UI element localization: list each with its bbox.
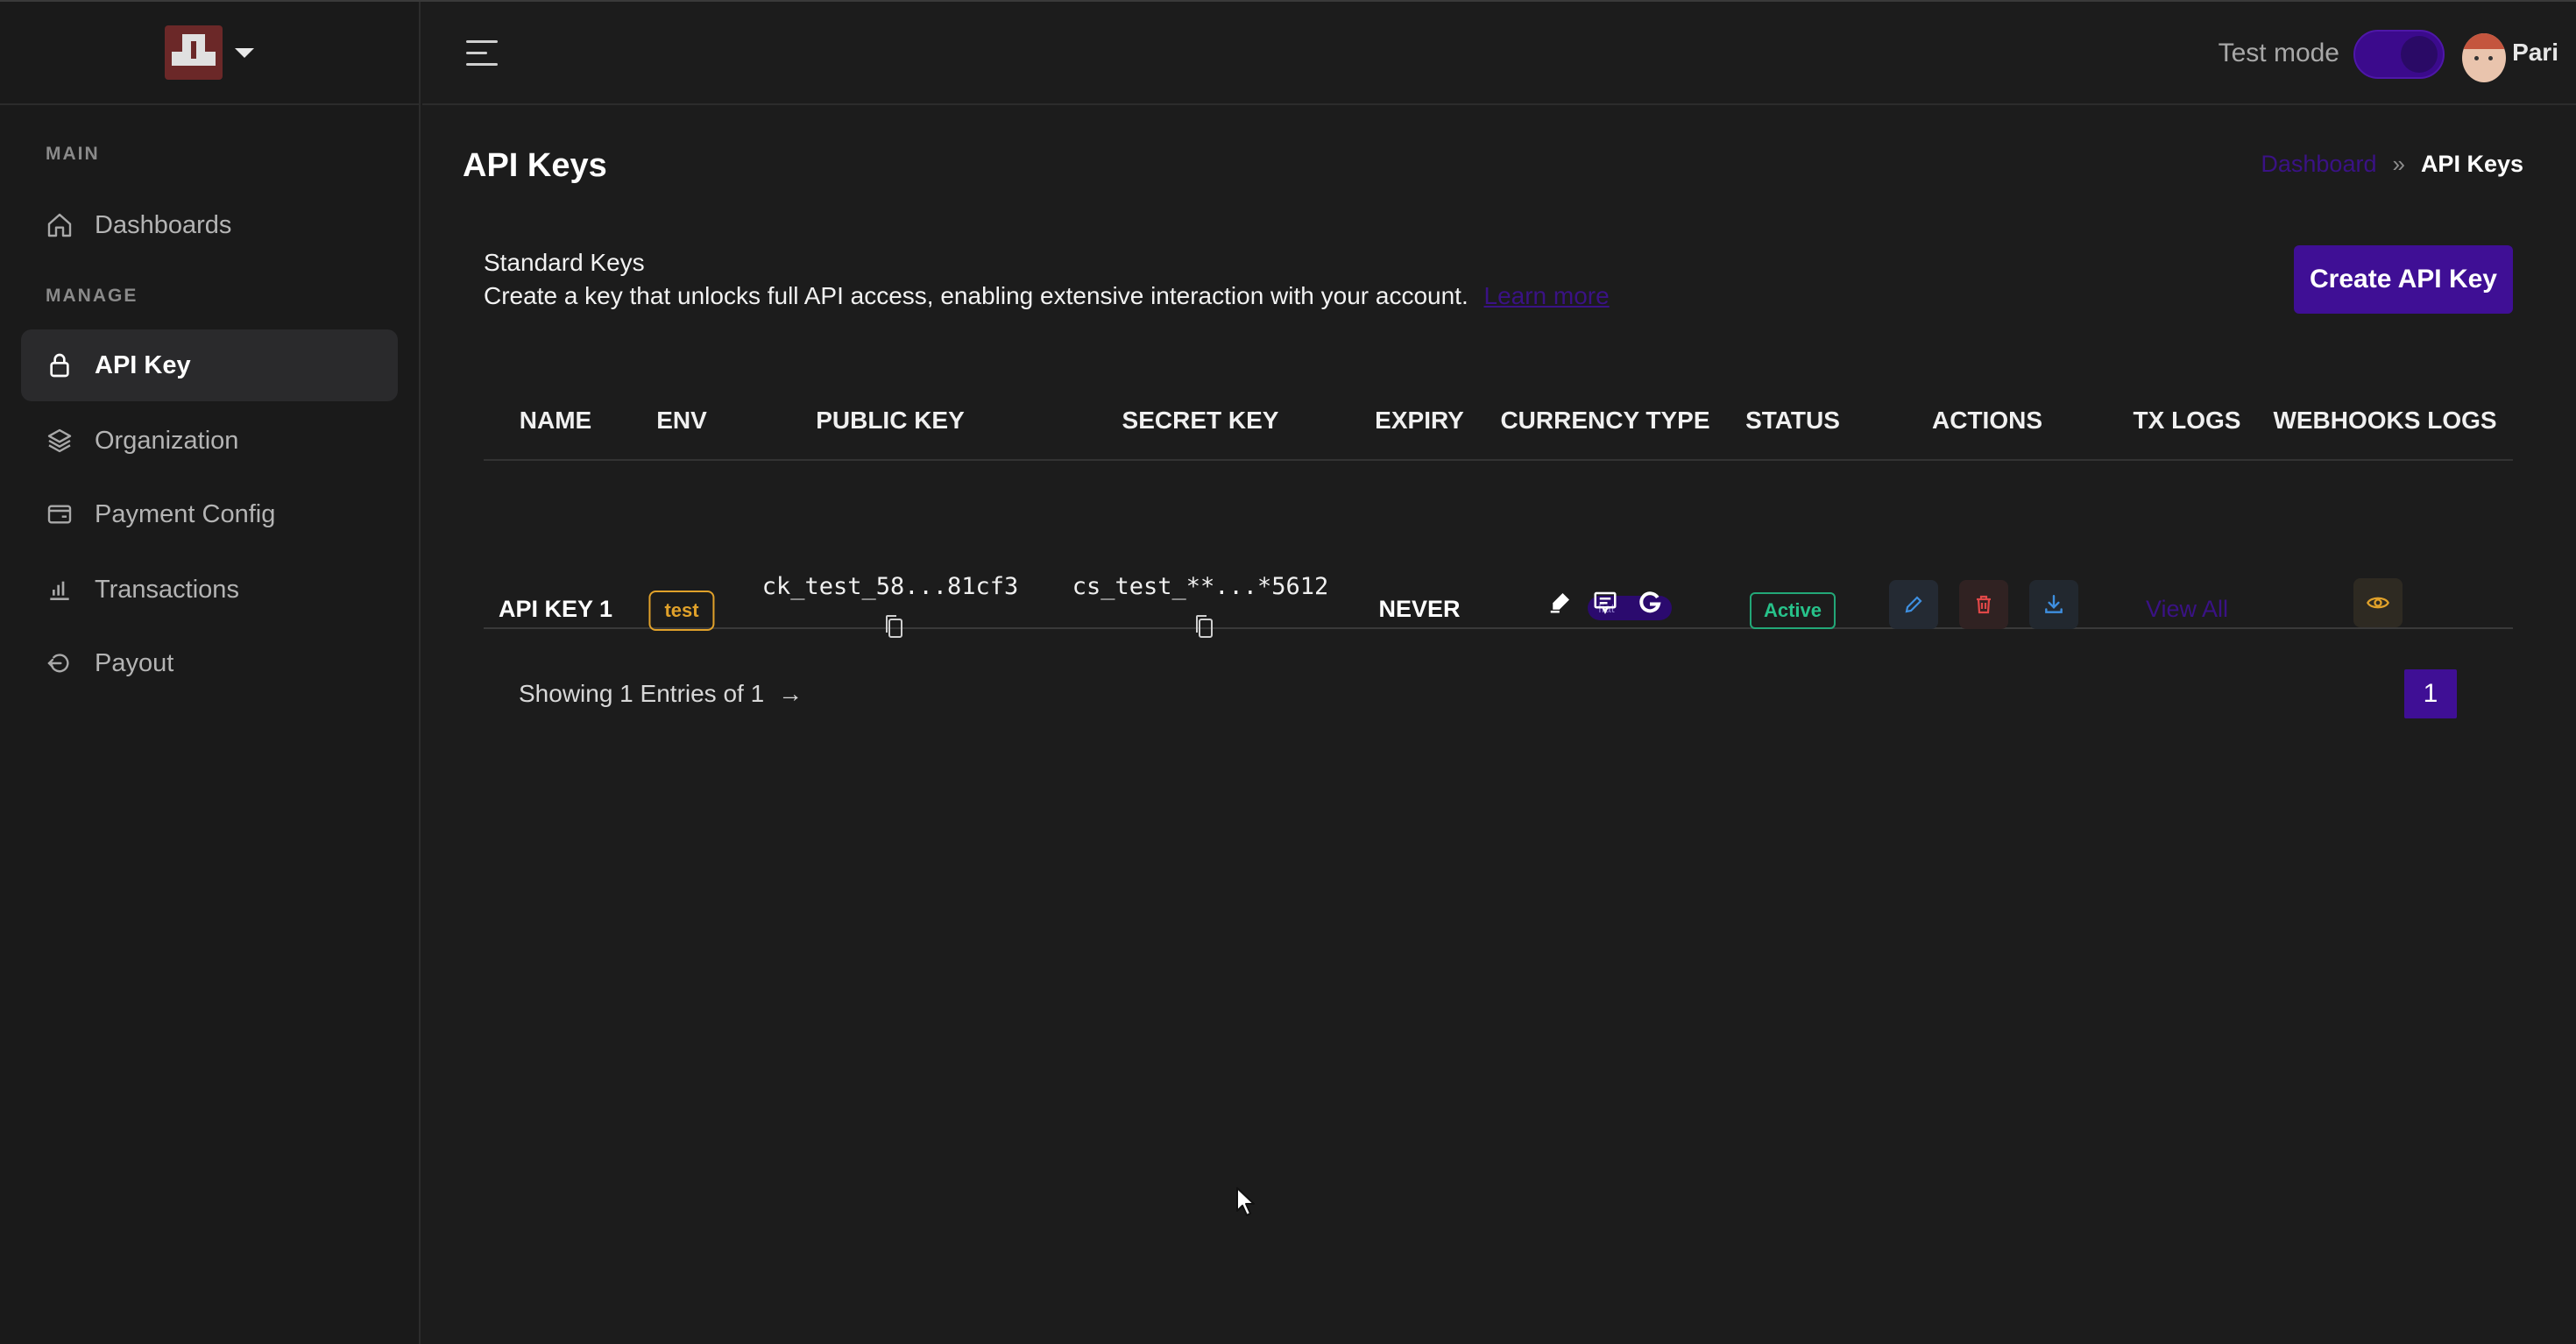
- column-header: STATUS: [1745, 407, 1840, 434]
- copy-icon[interactable]: [1193, 613, 1214, 640]
- pagination-summary: Showing 1 Entries of 1 →: [519, 680, 803, 708]
- test-mode-label: Test mode: [2218, 39, 2339, 67]
- breadcrumb-link-dashboard[interactable]: Dashboard: [2261, 151, 2376, 178]
- download-icon: [2045, 595, 2063, 613]
- highlighter-icon[interactable]: [1547, 589, 1574, 615]
- delete-button[interactable]: [1959, 580, 2008, 629]
- eye-icon: [2367, 597, 2389, 609]
- breadcrumb-current: API Keys: [2420, 151, 2523, 177]
- top-header: Test mode Pari: [422, 2, 2576, 105]
- learn-more-link[interactable]: Learn more: [1484, 282, 1610, 309]
- sidebar-item-payout[interactable]: Payout: [21, 627, 398, 699]
- env-badge: test: [648, 591, 715, 631]
- status-badge: Active: [1749, 592, 1836, 629]
- table-header: NAME ENV PUBLIC KEY SECRET KEY EXPIRY CU…: [484, 394, 2513, 461]
- breadcrumb-separator: »: [2392, 151, 2405, 177]
- column-header: TX LOGS: [2133, 407, 2241, 434]
- chevron-down-icon[interactable]: [235, 47, 254, 58]
- copy-icon[interactable]: [883, 613, 904, 640]
- lock-icon: [50, 353, 69, 378]
- bar-chart-icon: [50, 581, 69, 600]
- sidebar-item-label: Transactions: [95, 575, 239, 604]
- sidebar-item-dashboards[interactable]: Dashboards: [21, 189, 398, 261]
- column-header: PUBLIC KEY: [816, 407, 965, 434]
- sidebar-item-label: Dashboards: [95, 210, 232, 239]
- standard-keys-description: Create a key that unlocks full API acces…: [484, 282, 1610, 310]
- sidebar: MAIN Dashboards MANAGE API Key Organizat…: [0, 2, 421, 1344]
- sidebar-item-label: API Key: [95, 350, 191, 379]
- cell-public-key: ck_test_58...81cf3: [761, 573, 1019, 600]
- column-header: WEBHOOKS LOGS: [2273, 407, 2497, 434]
- cell-expiry: NEVER: [1378, 596, 1461, 622]
- sidebar-item-payment-config[interactable]: Payment Config: [21, 478, 398, 550]
- webhooks-logs-button[interactable]: [2353, 578, 2403, 627]
- sidebar-item-label: Organization: [95, 426, 239, 455]
- user-name[interactable]: Pari: [2512, 39, 2558, 67]
- sidebar-item-organization[interactable]: Organization: [21, 405, 398, 477]
- page-button-1[interactable]: 1: [2404, 669, 2457, 718]
- currency-type-cell: fiat: [1547, 589, 1672, 620]
- sidebar-item-transactions[interactable]: Transactions: [21, 554, 398, 626]
- cell-name: API KEY 1: [498, 596, 613, 622]
- avatar[interactable]: [2462, 33, 2506, 82]
- standard-keys-title: Standard Keys: [484, 249, 645, 276]
- arrow-right-icon[interactable]: →: [778, 680, 803, 708]
- page-title: API Keys: [463, 147, 607, 184]
- test-mode-toggle[interactable]: [2353, 30, 2445, 79]
- logout-icon: [47, 654, 69, 673]
- column-header: SECRET KEY: [1122, 407, 1279, 434]
- sidebar-item-label: Payment Config: [95, 499, 276, 528]
- card-icon: [47, 505, 72, 524]
- tx-logs-view-all-link[interactable]: View All: [2146, 596, 2228, 623]
- column-header: ACTIONS: [1932, 407, 2042, 434]
- table-row: API KEY 1 test ck_test_58...81cf3 cs_tes…: [484, 461, 2513, 638]
- breadcrumb: Dashboard » API Keys: [2261, 151, 2523, 178]
- pencil-icon: [1905, 596, 1922, 613]
- mouse-cursor-icon: [1236, 1187, 1255, 1216]
- column-header: ENV: [656, 407, 707, 434]
- column-header: CURRENCY TYPE: [1500, 407, 1710, 434]
- trash-icon: [1977, 595, 1991, 614]
- google-icon[interactable]: [1637, 589, 1663, 615]
- sidebar-item-label: Payout: [95, 648, 174, 677]
- download-button[interactable]: [2029, 580, 2078, 629]
- menu-icon[interactable]: [466, 40, 498, 67]
- showing-entries-text: Showing 1 Entries of 1: [519, 680, 765, 707]
- section-label-manage: MANAGE: [46, 286, 138, 306]
- create-api-key-button[interactable]: Create API Key: [2294, 245, 2513, 314]
- layers-icon: [47, 428, 72, 453]
- logo-icon: [165, 25, 223, 80]
- standard-keys-desc-text: Create a key that unlocks full API acces…: [484, 282, 1468, 309]
- section-label-main: MAIN: [46, 144, 100, 164]
- cell-secret-key: cs_test_**...*5612: [1072, 573, 1329, 600]
- api-keys-table: NAME ENV PUBLIC KEY SECRET KEY EXPIRY CU…: [484, 394, 2513, 638]
- column-header: EXPIRY: [1375, 407, 1464, 434]
- column-header: NAME: [519, 407, 592, 434]
- edit-button[interactable]: [1889, 580, 1938, 629]
- logo-area[interactable]: [0, 2, 419, 105]
- sidebar-item-api-key[interactable]: API Key: [21, 329, 398, 401]
- home-icon: [47, 213, 72, 237]
- comment-icon[interactable]: [1591, 589, 1619, 615]
